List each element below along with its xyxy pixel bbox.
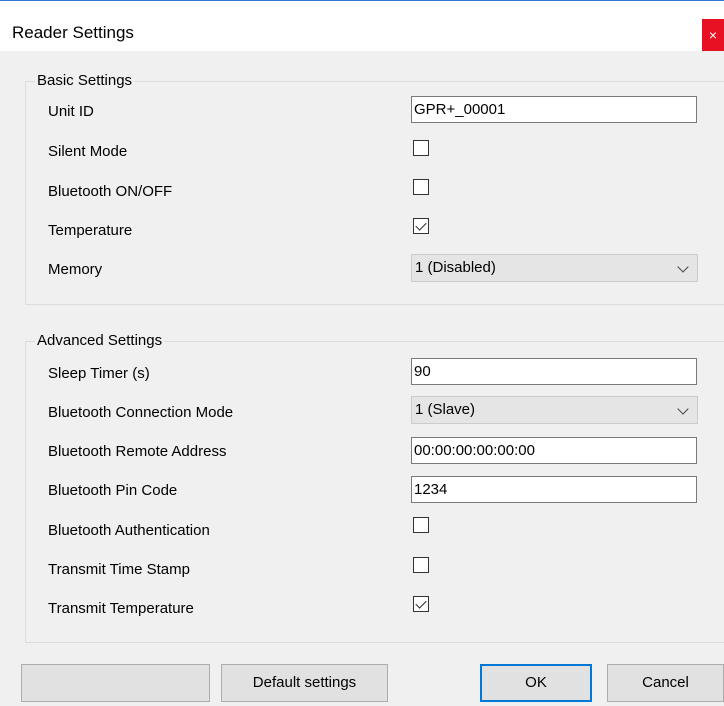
bt-connection-mode-label: Bluetooth Connection Mode bbox=[48, 404, 234, 421]
bt-remote-address-label: Bluetooth Remote Address bbox=[48, 443, 227, 460]
dialog-client-area: Basic Settings Unit ID GPR+_00001 Silent… bbox=[0, 51, 724, 706]
silent-mode-checkbox[interactable] bbox=[413, 140, 429, 156]
title-bar: Reader Settings × bbox=[0, 1, 724, 51]
cancel-button[interactable]: Cancel bbox=[607, 664, 724, 702]
advanced-settings-title: Advanced Settings bbox=[35, 332, 165, 350]
unit-id-input[interactable]: GPR+_00001 bbox=[411, 96, 697, 123]
memory-dropdown[interactable]: 1 (Disabled) bbox=[411, 254, 698, 282]
window-title: Reader Settings bbox=[12, 23, 134, 42]
transmit-time-stamp-checkbox[interactable] bbox=[413, 557, 429, 573]
chevron-down-icon bbox=[677, 261, 689, 273]
unit-id-label: Unit ID bbox=[48, 103, 94, 120]
close-icon: × bbox=[708, 27, 718, 43]
memory-label: Memory bbox=[48, 261, 103, 278]
close-button[interactable]: × bbox=[702, 19, 724, 51]
sleep-timer-label: Sleep Timer (s) bbox=[48, 365, 150, 382]
temperature-label: Temperature bbox=[48, 222, 133, 239]
silent-mode-label: Silent Mode bbox=[48, 143, 128, 160]
bt-pin-code-label: Bluetooth Pin Code bbox=[48, 482, 178, 499]
checkmark-icon bbox=[415, 597, 427, 609]
checkmark-icon bbox=[415, 219, 427, 231]
ok-button[interactable]: OK bbox=[480, 664, 592, 702]
memory-dropdown-value: 1 (Disabled) bbox=[415, 259, 496, 276]
chevron-down-icon bbox=[677, 403, 689, 415]
bt-authentication-checkbox[interactable] bbox=[413, 517, 429, 533]
bt-remote-address-input[interactable]: 00:00:00:00:00:00 bbox=[411, 437, 697, 464]
temperature-checkbox[interactable] bbox=[413, 218, 429, 234]
default-settings-button[interactable]: Default settings bbox=[221, 664, 388, 702]
bt-authentication-label: Bluetooth Authentication bbox=[48, 522, 210, 539]
bt-pin-code-input[interactable]: 1234 bbox=[411, 476, 697, 503]
transmit-temperature-checkbox[interactable] bbox=[413, 596, 429, 612]
bt-connection-mode-dropdown[interactable]: 1 (Slave) bbox=[411, 396, 698, 424]
transmit-time-stamp-label: Transmit Time Stamp bbox=[48, 561, 190, 578]
transmit-temperature-label: Transmit Temperature bbox=[48, 600, 194, 617]
sleep-timer-input[interactable]: 90 bbox=[411, 358, 697, 385]
bluetooth-onoff-checkbox[interactable] bbox=[413, 179, 429, 195]
bluetooth-onoff-label: Bluetooth ON/OFF bbox=[48, 183, 173, 200]
basic-settings-title: Basic Settings bbox=[35, 72, 135, 90]
bt-connection-mode-value: 1 (Slave) bbox=[415, 401, 476, 418]
blank-button[interactable] bbox=[21, 664, 210, 702]
